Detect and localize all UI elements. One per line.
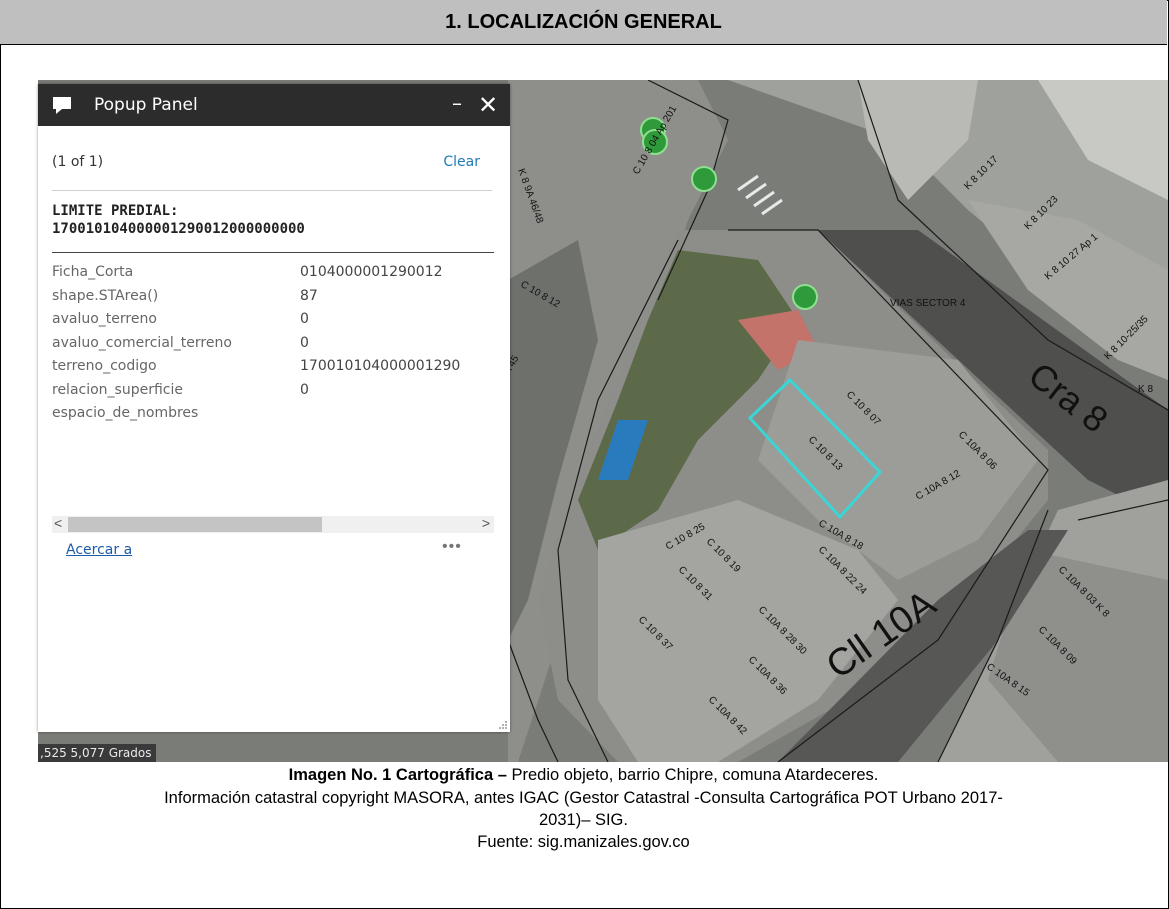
record-title: LIMITE PREDIAL: 170010104000001290012000… bbox=[52, 202, 305, 238]
attribute-key: terreno_codigo bbox=[52, 358, 157, 374]
attribute-key: avaluo_comercial_terreno bbox=[52, 334, 232, 351]
attribute-key: shape.STArea() bbox=[52, 287, 159, 304]
attribute-value: 0 bbox=[300, 334, 309, 351]
divider bbox=[52, 190, 492, 191]
attribute-value: 87 bbox=[300, 287, 318, 304]
popup-title-bar[interactable]: Popup Panel – ✕ bbox=[38, 84, 510, 126]
attribute-value: 170010104000001290 bbox=[300, 358, 461, 374]
record-title-label: LIMITE PREDIAL: bbox=[52, 203, 179, 219]
attribute-value: 0 bbox=[300, 381, 309, 398]
popup-title: Popup Panel bbox=[94, 95, 198, 115]
horizontal-scrollbar[interactable]: < > bbox=[52, 515, 494, 533]
zoom-to-link[interactable]: Acercar a bbox=[66, 542, 132, 558]
caption-line-4: Fuente: sig.manizales.gov.co bbox=[477, 833, 690, 851]
clear-button[interactable]: Clear bbox=[443, 154, 480, 170]
attribute-key: Ficha_Corta bbox=[52, 264, 134, 280]
caption-title: Imagen No. 1 Cartográfica – bbox=[288, 766, 507, 784]
close-button[interactable]: ✕ bbox=[478, 84, 498, 126]
attribute-key: espacio_de_nombres bbox=[52, 405, 199, 421]
lot-label: K 8 bbox=[1138, 384, 1153, 395]
caption-line-3: 2031)– SIG. bbox=[539, 811, 628, 829]
minimize-button[interactable]: – bbox=[452, 82, 462, 124]
more-options-icon[interactable]: ••• bbox=[442, 538, 462, 556]
record-rule bbox=[52, 252, 494, 253]
attribute-value: 0104000001290012 bbox=[300, 264, 443, 280]
map-label-vias: VIAS SECTOR 4 bbox=[890, 298, 966, 309]
caption-description: Predio objeto, barrio Chipre, comuna Ata… bbox=[506, 766, 879, 784]
section-header: 1. LOCALIZACIÓN GENERAL bbox=[0, 0, 1167, 45]
map-marker bbox=[792, 284, 818, 310]
popup-panel[interactable]: Popup Panel – ✕ (1 of 1) Clear LIMITE PR… bbox=[38, 84, 510, 732]
caption-line-1: Imagen No. 1 Cartográfica – Predio objet… bbox=[0, 766, 1167, 785]
scroll-left-icon[interactable]: < bbox=[54, 515, 62, 531]
coordinate-readout: ,525 5,077 Grados bbox=[38, 744, 156, 762]
chat-bubble-icon bbox=[53, 97, 71, 114]
scroll-right-icon[interactable]: > bbox=[482, 515, 490, 531]
attribute-key: avaluo_terreno bbox=[52, 311, 157, 327]
caption-line-2: Información catastral copyright MASORA, … bbox=[164, 789, 1003, 807]
scrollbar-thumb[interactable] bbox=[68, 517, 322, 532]
map-marker bbox=[691, 166, 717, 192]
attribute-value: 0 bbox=[300, 311, 309, 327]
resize-handle-icon[interactable] bbox=[498, 720, 508, 730]
record-title-id: 17001010400000129001200000000​0 bbox=[52, 221, 305, 237]
result-count: (1 of 1) bbox=[52, 154, 104, 170]
attribute-key: relacion_superficie bbox=[52, 381, 183, 398]
